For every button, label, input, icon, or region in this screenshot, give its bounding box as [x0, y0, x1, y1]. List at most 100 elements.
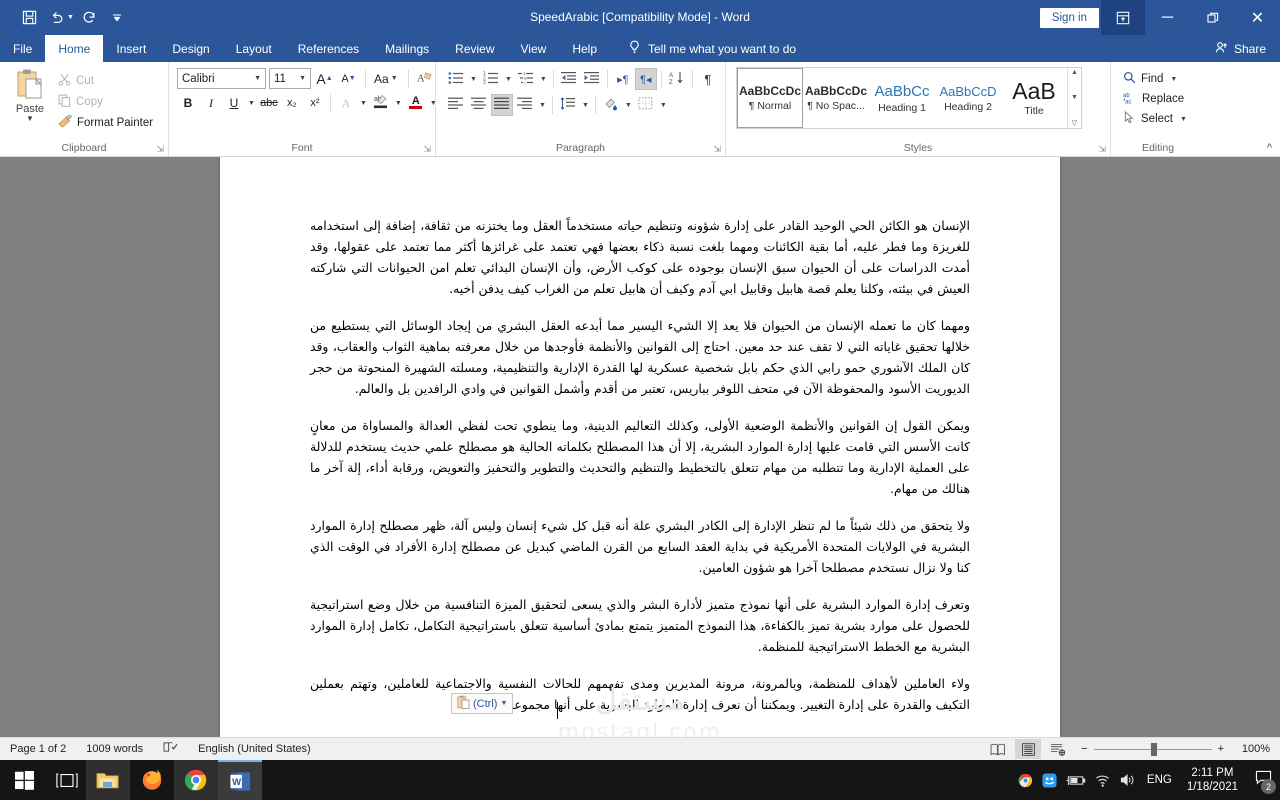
redo-icon[interactable]	[76, 6, 102, 30]
shading-button[interactable]	[600, 94, 622, 116]
tab-layout[interactable]: Layout	[223, 35, 285, 62]
style-no-spacing[interactable]: AaBbCcDc ¶ No Spac...	[803, 68, 869, 128]
chrome-tray-icon[interactable]	[1018, 773, 1033, 788]
style-heading-2[interactable]: AaBbCcD Heading 2	[935, 68, 1001, 128]
language-status[interactable]: English (United States)	[198, 743, 311, 755]
font-size-combobox[interactable]: 11 ▼	[269, 68, 311, 89]
read-mode-icon[interactable]	[985, 739, 1011, 759]
format-painter-button[interactable]: Format Painter	[55, 113, 156, 132]
microsoft-word-icon[interactable]: W	[218, 760, 262, 800]
copy-button[interactable]: Copy	[55, 93, 156, 111]
paste-dropdown-icon[interactable]: ▼	[26, 115, 34, 123]
left-to-right-button[interactable]: ▸¶	[612, 68, 634, 90]
numbering-dropdown-icon[interactable]: ▼	[503, 76, 514, 83]
sign-in-button[interactable]: Sign in	[1039, 7, 1099, 28]
align-justify-button[interactable]	[491, 94, 513, 116]
change-case-dropdown-icon[interactable]: ▼	[389, 75, 400, 82]
tab-references[interactable]: References	[285, 35, 372, 62]
font-name-dropdown-icon[interactable]: ▼	[250, 75, 265, 82]
borders-button[interactable]	[635, 94, 657, 116]
clock[interactable]: 2:11 PM 1/18/2021	[1183, 766, 1242, 794]
underline-dropdown-icon[interactable]: ▼	[246, 100, 257, 107]
scroll-up-icon[interactable]: ▲	[1071, 69, 1078, 76]
shading-dropdown-icon[interactable]: ▼	[623, 102, 634, 109]
restore-button[interactable]	[1190, 0, 1235, 35]
tab-file[interactable]: File	[0, 35, 45, 62]
replace-button[interactable]: ab ac Replace	[1123, 91, 1189, 107]
ribbon-display-options-icon[interactable]	[1101, 0, 1145, 35]
styles-more-icon[interactable]: ▽	[1072, 119, 1077, 127]
highlight-dropdown-icon[interactable]: ▼	[393, 100, 404, 107]
strikethrough-button[interactable]: abc	[258, 92, 280, 114]
tab-review[interactable]: Review	[442, 35, 507, 62]
paste-button[interactable]: Paste ▼	[5, 66, 55, 123]
italic-button[interactable]: I	[200, 92, 222, 114]
web-layout-icon[interactable]	[1045, 739, 1071, 759]
align-left-button[interactable]	[445, 94, 467, 116]
battery-charging-icon[interactable]	[1066, 774, 1086, 787]
font-color-button[interactable]: A	[405, 92, 427, 114]
right-to-left-button[interactable]: ¶◂	[634, 68, 657, 90]
tab-design[interactable]: Design	[159, 35, 222, 62]
task-view-icon[interactable]	[48, 760, 86, 800]
clipboard-dialog-launcher[interactable]: ⇲	[156, 144, 164, 155]
zoom-track[interactable]	[1093, 742, 1212, 756]
zoom-out-button[interactable]: −	[1081, 743, 1087, 755]
cut-button[interactable]: Cut	[55, 72, 156, 90]
tell-me-box[interactable]: Tell me what you want to do	[618, 35, 806, 62]
google-chrome-icon[interactable]	[174, 760, 218, 800]
line-spacing-dropdown-icon[interactable]: ▼	[580, 102, 591, 109]
subscript-button[interactable]: x₂	[281, 92, 303, 114]
text-effects-button[interactable]: A	[335, 92, 357, 114]
zoom-level[interactable]: 100%	[1234, 743, 1270, 755]
bullets-button[interactable]	[445, 68, 467, 90]
word-count-status[interactable]: 1009 words	[86, 743, 143, 755]
find-dropdown-icon[interactable]: ▼	[1168, 76, 1179, 83]
wifi-icon[interactable]	[1095, 774, 1111, 787]
alignment-dropdown-icon[interactable]: ▼	[537, 102, 548, 109]
file-explorer-icon[interactable]	[86, 760, 130, 800]
underline-button[interactable]: U	[223, 92, 245, 114]
tab-home[interactable]: Home	[45, 35, 104, 62]
tab-view[interactable]: View	[508, 35, 560, 62]
zoom-slider[interactable]: − +	[1081, 742, 1224, 756]
zoom-thumb[interactable]	[1150, 742, 1157, 756]
tab-help[interactable]: Help	[559, 35, 610, 62]
align-right-button[interactable]	[514, 94, 536, 116]
volume-icon[interactable]	[1120, 773, 1136, 787]
shrink-font-button[interactable]: A ▼	[338, 68, 359, 89]
close-button[interactable]: ✕	[1235, 0, 1280, 35]
messenger-tray-icon[interactable]	[1042, 772, 1057, 788]
paste-options-dropdown-icon[interactable]: ▼	[500, 700, 507, 707]
scroll-down-icon[interactable]: ▼	[1071, 94, 1078, 101]
input-language-indicator[interactable]: ENG	[1145, 774, 1174, 786]
document-body[interactable]: الإنسان هو الكائن الحي الوحيد القادر على…	[220, 157, 1060, 715]
tab-insert[interactable]: Insert	[103, 35, 159, 62]
sort-button[interactable]: AZ	[666, 68, 688, 90]
share-button[interactable]: Share	[1205, 35, 1280, 62]
font-name-combobox[interactable]: Calibri ▼	[177, 68, 266, 89]
print-layout-icon[interactable]	[1015, 739, 1042, 759]
numbering-button[interactable]: 1 2 3	[480, 68, 502, 90]
style-heading-1[interactable]: AaBbCс Heading 1	[869, 68, 935, 128]
minimize-button[interactable]: ─	[1145, 0, 1190, 35]
zoom-in-button[interactable]: +	[1218, 743, 1224, 755]
styles-dialog-launcher[interactable]: ⇲	[1098, 144, 1106, 155]
customize-qat-icon[interactable]	[104, 6, 130, 30]
save-icon[interactable]	[16, 6, 42, 30]
increase-indent-button[interactable]	[581, 68, 603, 90]
multilevel-list-button[interactable]: 1 a i	[515, 68, 537, 90]
font-dialog-launcher[interactable]: ⇲	[423, 144, 431, 155]
borders-dropdown-icon[interactable]: ▼	[658, 102, 669, 109]
font-size-dropdown-icon[interactable]: ▼	[295, 75, 310, 82]
align-center-button[interactable]	[468, 94, 490, 116]
grow-font-button[interactable]: A ▲	[314, 68, 335, 89]
bullets-dropdown-icon[interactable]: ▼	[468, 76, 479, 83]
style-title[interactable]: AaB Title	[1001, 68, 1067, 128]
collapse-ribbon-icon[interactable]: ^	[1267, 142, 1272, 154]
superscript-button[interactable]: x²	[304, 92, 326, 114]
windows-start-icon[interactable]	[0, 770, 48, 790]
undo-dropdown-icon[interactable]: ▼	[67, 14, 74, 21]
line-spacing-button[interactable]	[557, 94, 579, 116]
page-number-status[interactable]: Page 1 of 2	[10, 743, 66, 755]
